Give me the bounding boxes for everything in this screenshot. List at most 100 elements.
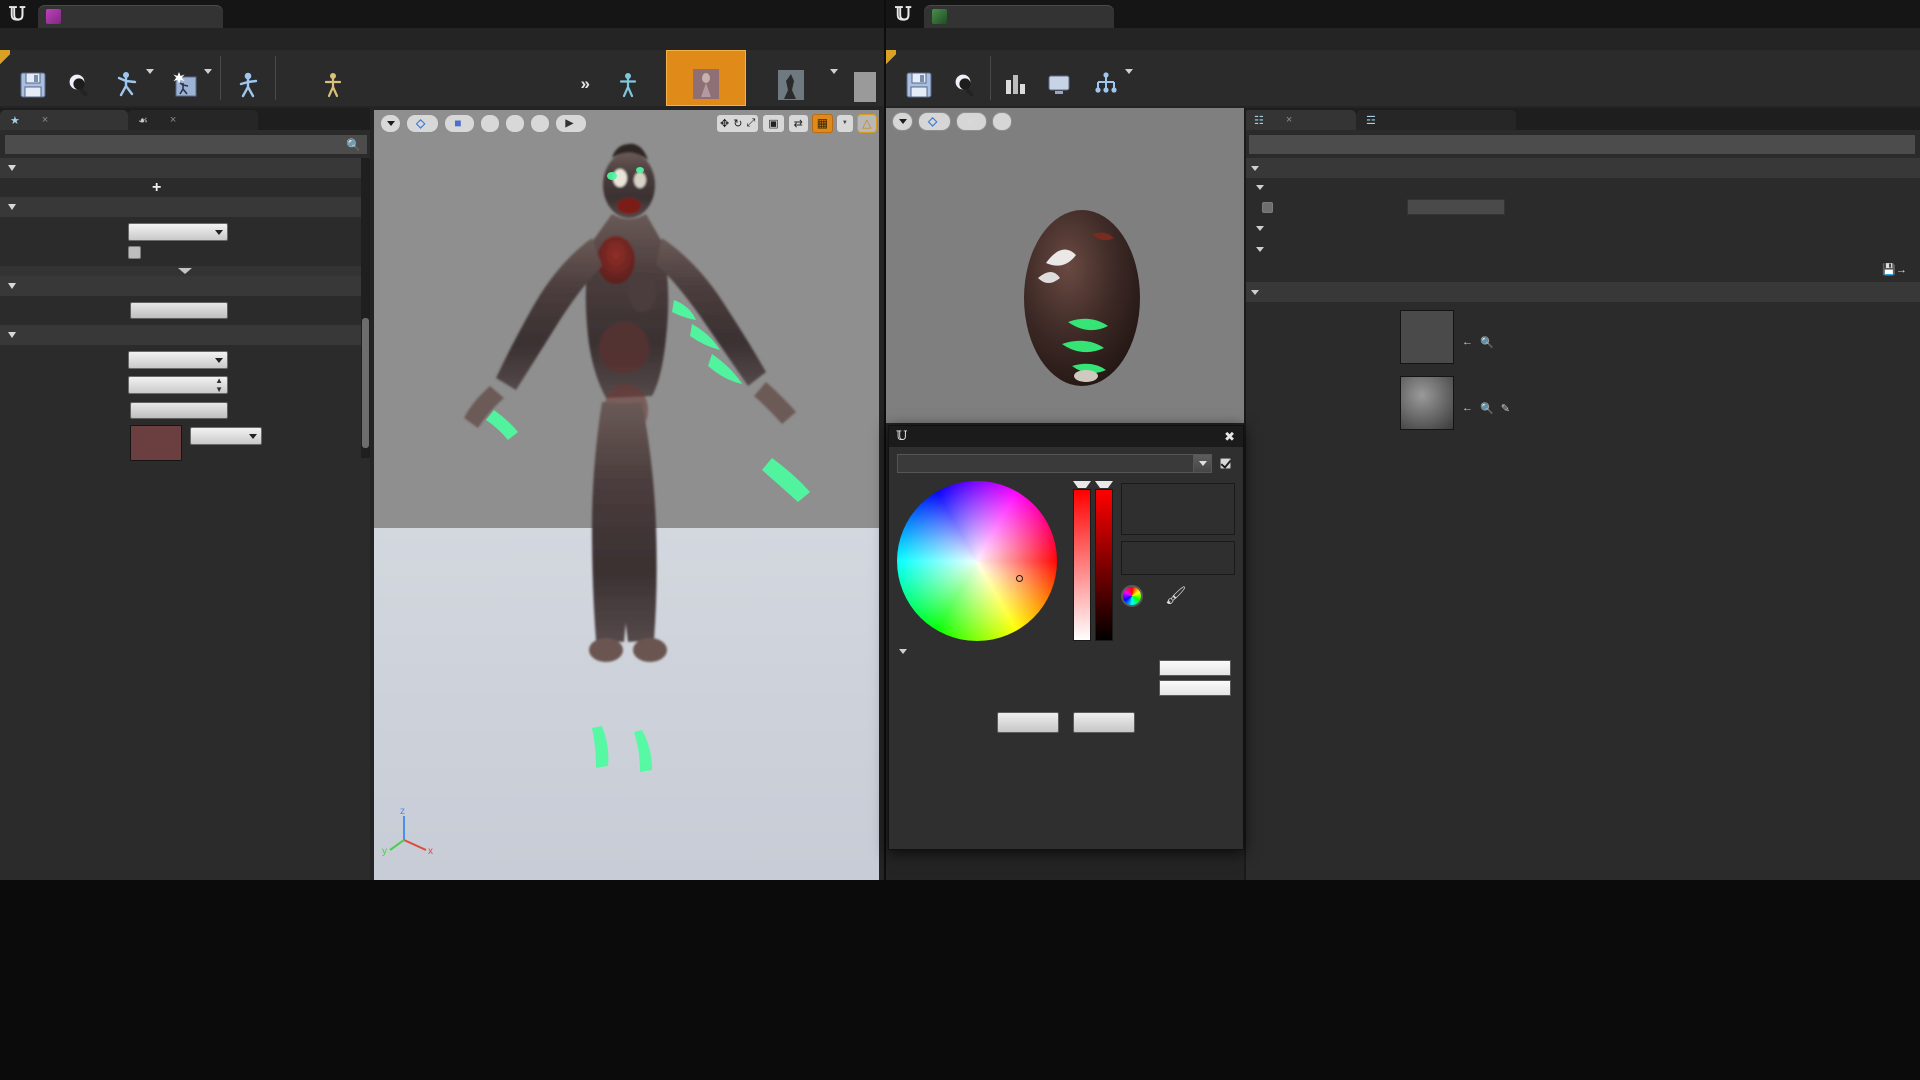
hex-linear-input[interactable] (1159, 660, 1231, 676)
animation-dropdown-icon[interactable] (830, 68, 838, 74)
viewport-playrate-button[interactable]: ▶ (555, 113, 588, 133)
cancel-button[interactable] (1073, 712, 1135, 733)
phys-material-reset-icon[interactable]: ← (1462, 336, 1473, 349)
viewport-menu-button[interactable] (380, 113, 401, 133)
menu-asset[interactable] (934, 37, 952, 41)
parent-thumbnail[interactable] (1400, 376, 1454, 430)
viewport-lod-auto-button[interactable] (530, 113, 551, 133)
menu-asset[interactable] (48, 37, 66, 41)
material-viewport-perspective-button[interactable]: ◇ (918, 111, 952, 131)
mode-animation-button[interactable] (746, 50, 830, 106)
emissive-intensity-checkbox[interactable] (1262, 201, 1273, 213)
phys-material-thumbnail[interactable] (1400, 310, 1454, 364)
create-asset-dropdown-icon[interactable] (204, 68, 212, 74)
search-input[interactable]: 🔍 (4, 134, 368, 155)
menu-window[interactable] (68, 37, 86, 41)
toolbar-browse-button[interactable] (56, 50, 102, 106)
parent-browse-icon[interactable]: 🔍 (1480, 402, 1494, 415)
tab-layer-parameters[interactable]: ☲ (1356, 110, 1516, 130)
drag-drop-colors-zone[interactable] (897, 454, 1194, 473)
mat-toolbar-platform-stats-button[interactable] (1037, 50, 1081, 106)
srgb-preview-toggle[interactable] (1220, 458, 1235, 469)
details-scrollbar-thumb[interactable] (362, 318, 369, 448)
mat-toolbar-save-button[interactable] (896, 50, 942, 106)
toolbar-preview-animation-button[interactable] (102, 50, 146, 106)
material-search-input[interactable] (1248, 134, 1916, 155)
material-viewport-menu-button[interactable] (892, 111, 913, 131)
tab-asset-details-close-icon[interactable]: × (42, 114, 48, 126)
emissive-intensity-value[interactable] (1407, 199, 1505, 215)
global-scalar-group-header[interactable] (1244, 178, 1920, 196)
details-scrollbar-track[interactable] (361, 158, 370, 458)
custom-lod-checkbox[interactable] (128, 246, 141, 259)
close-icon[interactable]: ✖ (1224, 429, 1235, 445)
mode-extra-button[interactable] (846, 50, 884, 106)
material-preview-viewport[interactable]: ◇ ■ (886, 108, 1244, 423)
mode-mesh-button[interactable] (666, 50, 746, 106)
tab-skeleton-tree-close-icon[interactable]: × (170, 114, 176, 126)
preview-animation-dropdown-icon[interactable] (146, 68, 154, 74)
drop-zone-dropdown-icon[interactable] (1194, 454, 1212, 473)
toolbar-save-button[interactable] (10, 50, 56, 106)
mode-skeleton-button[interactable] (590, 50, 666, 106)
menu-help[interactable] (88, 37, 106, 41)
tab-details[interactable]: ☷ × (1244, 110, 1356, 130)
ok-button[interactable] (997, 712, 1059, 733)
viewport-perspective-button[interactable]: ◇ (406, 113, 440, 133)
menu-help[interactable] (974, 37, 992, 41)
global-texture-group-header[interactable] (1244, 219, 1920, 237)
viewport-show-button[interactable] (480, 113, 501, 133)
viewport-lit-button[interactable]: ■ (444, 113, 476, 133)
menu-file[interactable] (8, 37, 26, 41)
number-of-lods-input[interactable]: ▲ ▼ (128, 376, 228, 394)
material-slots-category-header[interactable] (0, 158, 370, 178)
tab-sk-zombie[interactable] (38, 5, 223, 28)
tab-mi-zombie-body[interactable] (924, 5, 1114, 28)
toolbar-create-asset-button[interactable] (160, 50, 204, 106)
mesh-viewport[interactable]: z x y ◇ ■ ▶ (374, 110, 879, 880)
toolbar-reimport-base-mesh-button[interactable] (223, 50, 273, 106)
expander-handle[interactable] (0, 266, 370, 276)
saturation-slider[interactable] (1073, 489, 1091, 641)
lod0-apply-changes-button[interactable] (130, 302, 228, 319)
mat-toolbar-params-button[interactable] (993, 50, 1037, 106)
srgb-preview-checkbox[interactable] (1220, 458, 1231, 469)
hierarchy-dropdown-icon[interactable] (1125, 68, 1133, 74)
menu-edit[interactable] (28, 37, 46, 41)
color-wheel[interactable] (897, 481, 1057, 641)
lod-settings-category-header[interactable] (0, 325, 370, 345)
global-vector-group-header[interactable] (1244, 240, 1920, 258)
hex-srgb-input[interactable] (1159, 680, 1231, 696)
value-slider[interactable] (1095, 489, 1113, 641)
material-viewport-unlit-button[interactable]: ■ (956, 111, 988, 131)
lod-picker-category-header[interactable] (0, 197, 370, 217)
add-material-slot-icon[interactable]: + (152, 180, 161, 196)
toolbar-overflow-icon[interactable]: » (581, 50, 590, 106)
lod-select[interactable] (128, 223, 228, 241)
eyedropper-icon[interactable]: 🖌 (1165, 586, 1187, 606)
parent-edit-icon[interactable]: ✎ (1501, 402, 1510, 415)
menu-edit[interactable] (914, 37, 932, 41)
phys-material-browse-icon[interactable]: 🔍 (1480, 336, 1494, 349)
color-wheel-icon[interactable] (1121, 585, 1143, 607)
parent-reset-icon[interactable]: ← (1462, 402, 1473, 415)
menu-window[interactable] (954, 37, 972, 41)
lod-asset-thumbnail[interactable] (130, 425, 182, 461)
lod-import-select[interactable] (128, 351, 228, 369)
color-picker-dialog[interactable]: 𝕌 ✖ 🖌 (888, 425, 1244, 850)
general-section-header[interactable] (1244, 282, 1920, 302)
advanced-toggle[interactable] (889, 641, 1243, 656)
parameter-groups-header[interactable] (1244, 158, 1920, 178)
menu-file[interactable] (894, 37, 912, 41)
mat-toolbar-browse-button[interactable] (942, 50, 988, 106)
save-sibling-button[interactable]: 💾→ (1882, 263, 1912, 276)
lod-asset-select[interactable] (190, 427, 262, 445)
lod-settings-apply-changes-button[interactable] (130, 402, 228, 419)
color-wheel-cursor[interactable] (1016, 575, 1023, 582)
mat-toolbar-hierarchy-button[interactable] (1081, 50, 1125, 106)
tab-skeleton-tree[interactable]: ☙ × (128, 110, 258, 130)
tab-asset-details[interactable]: ★ × (0, 110, 128, 130)
tab-details-close-icon[interactable]: × (1286, 114, 1292, 126)
lod0-category-header[interactable] (0, 276, 370, 296)
material-viewport-show-button[interactable] (992, 111, 1013, 131)
